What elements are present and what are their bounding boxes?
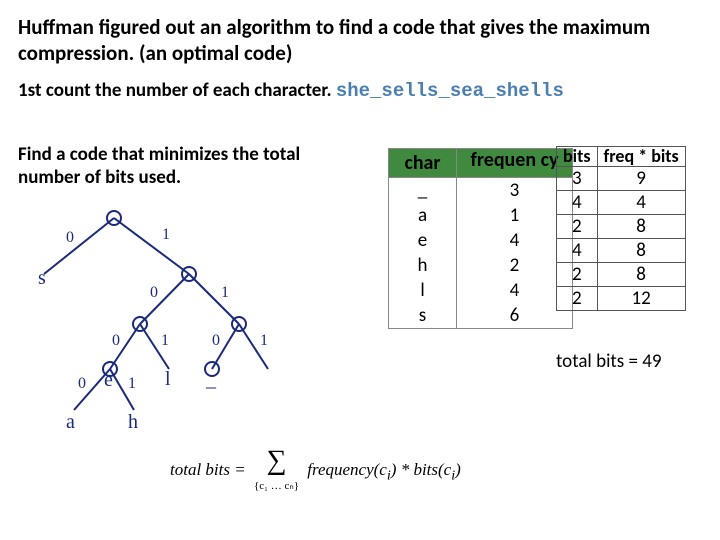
find-text: Find a code that minimizes the total num… bbox=[18, 144, 338, 190]
tree-leaf-l: l bbox=[165, 368, 171, 390]
formula-lhs: total bits = bbox=[170, 460, 246, 479]
formula-sub: {c₁ … cₙ} bbox=[254, 480, 299, 492]
frequency-table: char frequen cy _3 a1 e4 h2 l4 s6 bbox=[388, 148, 573, 329]
table-row: 48 bbox=[557, 238, 686, 262]
tree-leaf-h: h bbox=[128, 411, 138, 433]
tree-bit: 1 bbox=[162, 226, 170, 243]
bits-table: bits freq * bits 39 44 28 48 28 212 bbox=[556, 146, 686, 311]
table-row: 212 bbox=[557, 286, 686, 310]
col-char: char bbox=[389, 149, 457, 178]
huffman-tree: 0 1 s 0 1 0 1 e l 0 1 0 1 a h _ bbox=[14, 204, 304, 424]
tree-bit: 1 bbox=[260, 332, 268, 349]
tree-bit: 1 bbox=[221, 284, 229, 301]
tree-leaf-underscore: _ bbox=[205, 369, 217, 391]
example-string: she_sells_sea_shells bbox=[336, 80, 564, 102]
tree-bit: 0 bbox=[78, 375, 86, 392]
tree-bit: 0 bbox=[212, 332, 220, 349]
step1-prefix: 1st count the number of each character. bbox=[18, 79, 336, 102]
tree-bit: 1 bbox=[161, 332, 169, 349]
formula: total bits = ∑ {c₁ … cₙ} frequency(ci) *… bbox=[170, 448, 461, 494]
table-row: 39 bbox=[557, 166, 686, 190]
table-row: e4 bbox=[389, 228, 573, 253]
step1-text: 1st count the number of each character. … bbox=[0, 73, 720, 104]
tree-bit: 1 bbox=[128, 375, 136, 392]
table-row: l4 bbox=[389, 278, 573, 303]
col-freq-times-bits: freq * bits bbox=[597, 147, 685, 167]
tree-leaf-a: a bbox=[66, 411, 75, 433]
table-row: s6 bbox=[389, 303, 573, 329]
col-bits: bits bbox=[557, 147, 598, 167]
total-bits-text: total bits = 49 bbox=[556, 350, 662, 373]
table-row: 28 bbox=[557, 214, 686, 238]
table-row: _3 bbox=[389, 178, 573, 204]
table-row: h2 bbox=[389, 253, 573, 278]
tree-bit: 0 bbox=[112, 332, 120, 349]
table-row: 28 bbox=[557, 262, 686, 286]
slide-title: Huffman figured out an algorithm to find… bbox=[0, 0, 720, 73]
tree-bit: 0 bbox=[66, 229, 74, 246]
tree-leaf-s: s bbox=[38, 267, 46, 289]
tree-bit: 0 bbox=[150, 284, 158, 301]
table-row: 44 bbox=[557, 190, 686, 214]
table-row: a1 bbox=[389, 203, 573, 228]
